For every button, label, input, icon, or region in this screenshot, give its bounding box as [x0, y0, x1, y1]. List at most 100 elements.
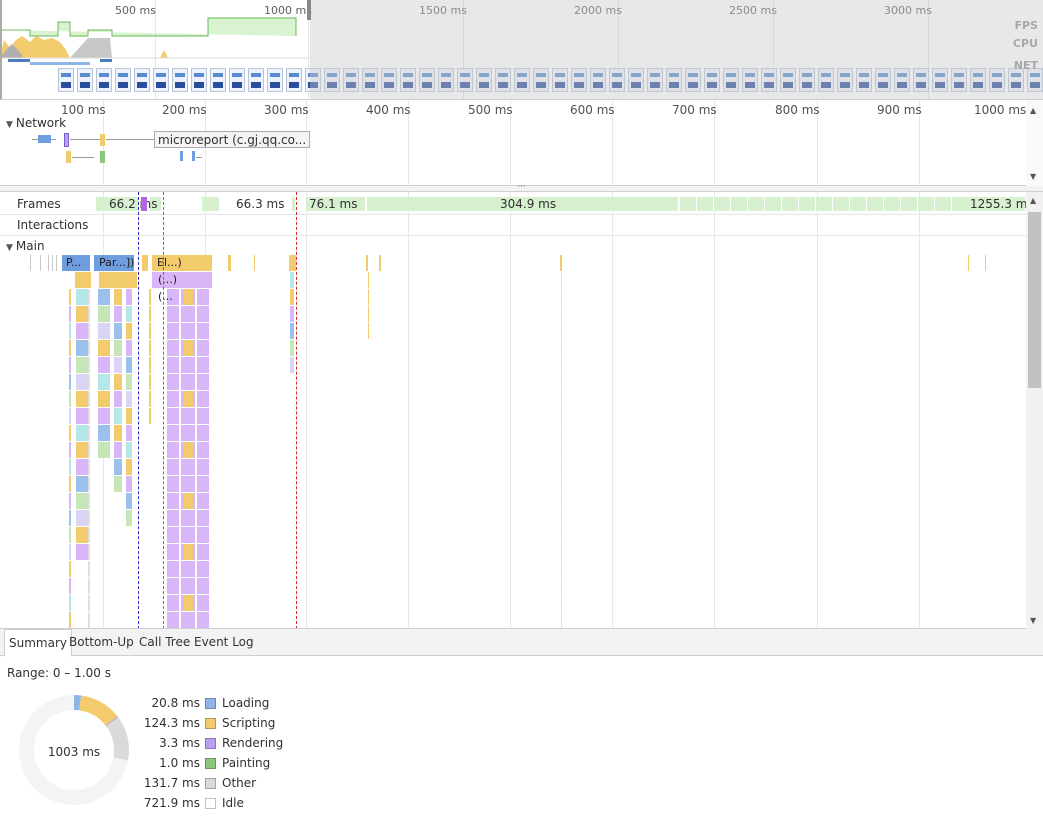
flame-event[interactable]	[197, 527, 209, 543]
flame-event[interactable]	[561, 357, 562, 373]
flame-event[interactable]	[254, 255, 255, 271]
flame-event[interactable]	[88, 493, 90, 509]
flame-event[interactable]	[149, 289, 151, 305]
flame-event[interactable]	[88, 561, 90, 577]
flame-event[interactable]	[181, 612, 195, 628]
flame-event[interactable]	[88, 510, 90, 526]
flame-event[interactable]	[181, 476, 195, 492]
flame-event[interactable]	[561, 595, 562, 611]
flame-event[interactable]	[167, 493, 179, 509]
flame-event[interactable]	[88, 340, 90, 356]
flame-event[interactable]	[114, 340, 122, 356]
flame-event[interactable]	[69, 340, 71, 356]
network-request-bar[interactable]	[64, 133, 69, 147]
flame-event[interactable]	[126, 493, 132, 509]
flame-event[interactable]	[183, 340, 193, 356]
flame-event[interactable]	[167, 459, 179, 475]
flame-event[interactable]	[183, 544, 193, 560]
tab-summary[interactable]: Summary	[4, 629, 72, 657]
flame-event[interactable]	[197, 612, 209, 628]
flame-event[interactable]	[98, 289, 110, 305]
flame-event[interactable]	[561, 544, 562, 560]
flame-event[interactable]	[197, 374, 209, 390]
screenshot-thumbnail[interactable]	[172, 68, 188, 92]
flame-event[interactable]	[69, 578, 71, 594]
flame-event[interactable]	[561, 476, 562, 492]
flame-event[interactable]	[88, 391, 90, 407]
expand-triangle-icon[interactable]: ▼	[6, 120, 13, 130]
flame-event[interactable]	[98, 306, 110, 322]
flame-event[interactable]	[98, 391, 110, 407]
tab-call-tree[interactable]: Call Tree	[135, 629, 194, 656]
flame-event[interactable]	[181, 323, 195, 339]
flame-event[interactable]	[114, 442, 122, 458]
network-track-header[interactable]: ▼ Network	[6, 116, 66, 130]
flame-event[interactable]	[183, 493, 193, 509]
network-request-label[interactable]: microreport (c.gj.qq.co...	[154, 131, 311, 148]
screenshot-thumbnail[interactable]	[229, 68, 245, 92]
flame-event[interactable]	[88, 408, 90, 424]
flame-event[interactable]	[183, 442, 193, 458]
flame-event[interactable]	[181, 527, 195, 543]
flame-event[interactable]	[114, 306, 122, 322]
flame-event[interactable]	[290, 272, 294, 288]
flame-event[interactable]	[98, 357, 110, 373]
flame-event[interactable]	[561, 510, 562, 526]
flame-event[interactable]	[561, 374, 562, 390]
network-scrollbar[interactable]: ▲ ▼	[1026, 100, 1043, 186]
flame-event[interactable]	[88, 442, 90, 458]
flame-event[interactable]	[197, 408, 209, 424]
flame-event[interactable]	[126, 476, 132, 492]
flame-event[interactable]	[167, 612, 179, 628]
flame-event[interactable]	[197, 391, 209, 407]
flame-event[interactable]	[197, 561, 209, 577]
flame-event[interactable]	[52, 255, 53, 271]
flame-event[interactable]	[114, 425, 122, 441]
flame-event[interactable]	[197, 578, 209, 594]
flame-event[interactable]	[167, 391, 179, 407]
network-request-bar[interactable]	[38, 135, 51, 143]
flame-event[interactable]	[181, 561, 195, 577]
flame-event[interactable]	[181, 306, 195, 322]
flame-event[interactable]	[197, 595, 209, 611]
flame-event[interactable]	[88, 612, 90, 628]
flame-event[interactable]	[183, 595, 193, 611]
flame-event[interactable]	[167, 408, 179, 424]
screenshot-thumbnail[interactable]	[210, 68, 226, 92]
flame-event[interactable]	[126, 425, 132, 441]
flame-event[interactable]	[561, 459, 562, 475]
flame-event[interactable]	[149, 306, 151, 322]
flame-event[interactable]	[149, 357, 151, 373]
flame-event[interactable]	[99, 272, 137, 288]
flame-event[interactable]	[88, 544, 90, 560]
screenshot-thumbnail[interactable]	[115, 68, 131, 92]
flame-event[interactable]	[183, 391, 193, 407]
flame-event[interactable]	[197, 323, 209, 339]
tab-bottom-up[interactable]: Bottom-Up	[65, 629, 138, 656]
scroll-up-icon[interactable]: ▲	[1030, 106, 1036, 115]
flame-chart[interactable]: Frames 66.2 ms 66.3 ms 76.1 ms 304.9 ms …	[0, 192, 1043, 629]
flame-event[interactable]	[561, 323, 562, 339]
flame-event[interactable]	[167, 425, 179, 441]
flame-event[interactable]	[197, 357, 209, 373]
scroll-down-icon[interactable]: ▼	[1030, 172, 1036, 181]
flame-event[interactable]	[289, 255, 296, 271]
screenshot-thumbnail[interactable]	[191, 68, 207, 92]
flame-event[interactable]	[561, 493, 562, 509]
flame-event[interactable]	[56, 255, 57, 271]
flame-event[interactable]	[368, 272, 369, 288]
flame-event[interactable]	[114, 323, 122, 339]
flame-event[interactable]	[368, 289, 369, 305]
flame-event[interactable]	[114, 374, 122, 390]
flame-event[interactable]	[561, 408, 562, 424]
flame-event[interactable]	[149, 323, 151, 339]
flame-event[interactable]	[114, 289, 122, 305]
flame-event[interactable]	[561, 340, 562, 356]
flame-event[interactable]	[167, 561, 179, 577]
flame-event[interactable]	[114, 476, 122, 492]
flame-event[interactable]	[181, 374, 195, 390]
flame-event[interactable]	[88, 578, 90, 594]
flame-event[interactable]	[366, 255, 368, 271]
flame-event[interactable]	[98, 340, 110, 356]
flame-event[interactable]	[167, 510, 179, 526]
